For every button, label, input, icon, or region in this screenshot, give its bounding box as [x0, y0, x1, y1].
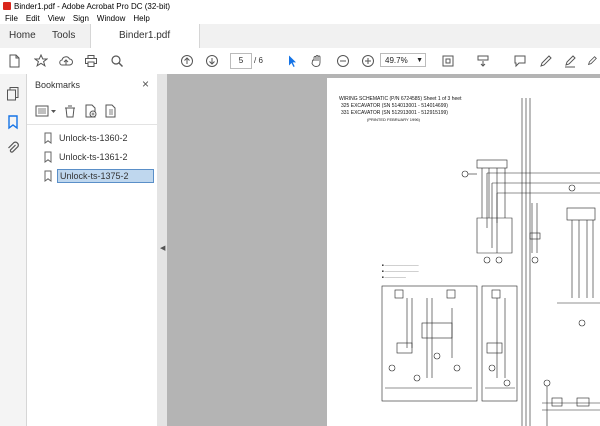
comment-button[interactable]: [512, 53, 528, 69]
zoom-out-button[interactable]: [335, 53, 351, 69]
title-bar: Binder1.pdf - Adobe Acrobat Pro DC (32-b…: [0, 0, 600, 12]
menu-file[interactable]: File: [5, 14, 18, 23]
bookmark-icon: [44, 151, 52, 163]
document-view[interactable]: WIRING SCHEMATIC (P/N 6724585) Sheet 1 o…: [167, 74, 600, 426]
bookmarks-panel-title: Bookmarks: [35, 80, 81, 90]
chevron-down-icon: ▼: [416, 57, 423, 64]
page-thumbnails-button[interactable]: [5, 86, 21, 102]
toolbar: 5 / 6 49.7% ▼: [0, 48, 600, 75]
bookmark-item-label: Unlock-ts-1375-2: [57, 169, 154, 183]
menu-bar: File Edit View Sign Window Help: [0, 12, 600, 24]
bookmarks-panel: Bookmarks × Unlock-ts-1360-2 Unlock-ts-1…: [27, 74, 158, 426]
bookmark-icon: [8, 115, 18, 130]
paperclip-icon: [8, 141, 19, 153]
select-tool-button[interactable]: [284, 53, 300, 69]
arrow-down-circle-icon: [206, 55, 218, 67]
svg-text:■ ──────────: ■ ──────────: [382, 275, 407, 279]
sign-pen-icon: [565, 55, 576, 68]
create-pdf-icon: [9, 54, 20, 68]
bookmark-item[interactable]: Unlock-ts-1360-2: [43, 131, 130, 145]
page-total: / 6: [254, 56, 263, 65]
print-icon: [85, 55, 97, 67]
zoom-level-value: 49.7%: [385, 56, 408, 65]
create-pdf-button[interactable]: [6, 53, 22, 69]
acrobat-app-icon: [3, 2, 11, 10]
bookmark-properties-icon[interactable]: [103, 104, 117, 118]
collapse-arrow-icon[interactable]: ◀: [160, 244, 165, 252]
page-fit-icon: [442, 55, 454, 67]
prev-page-button[interactable]: [179, 53, 195, 69]
minus-circle-icon: [337, 55, 349, 67]
svg-text:■ ────────────────: ■ ────────────────: [382, 269, 420, 273]
tab-document[interactable]: Binder1.pdf ×: [90, 24, 200, 65]
menu-edit[interactable]: Edit: [26, 14, 40, 23]
tab-tools[interactable]: Tools: [52, 24, 75, 48]
highlight-button[interactable]: [538, 53, 554, 69]
hand-tool-button[interactable]: [309, 53, 325, 69]
more-tools-button[interactable]: [586, 53, 598, 69]
new-bookmark-icon[interactable]: [83, 104, 97, 118]
close-icon[interactable]: ×: [142, 77, 149, 91]
wiring-schematic-drawing: ■ ──────────────── ■ ──────────────── ■ …: [381, 98, 600, 426]
upload-button[interactable]: [58, 53, 74, 69]
bookmark-star-button[interactable]: [33, 53, 49, 69]
pencil-edit-icon: [587, 56, 597, 66]
pen-icon: [540, 55, 552, 67]
plus-circle-icon: [362, 55, 374, 67]
left-navigation-rail: [0, 74, 27, 426]
print-button[interactable]: [83, 53, 99, 69]
hand-icon: [311, 55, 321, 67]
zoom-level-select[interactable]: 49.7% ▼: [380, 53, 426, 67]
pages-icon: [7, 87, 19, 101]
bookmark-item-selected[interactable]: Unlock-ts-1375-2: [43, 169, 154, 183]
options-menu-icon[interactable]: [35, 104, 57, 118]
pdf-page: WIRING SCHEMATIC (P/N 6724585) Sheet 1 o…: [327, 78, 600, 426]
delete-bookmark-icon[interactable]: [63, 104, 77, 118]
zoom-in-button[interactable]: [360, 53, 376, 69]
menu-help[interactable]: Help: [133, 14, 149, 23]
page-number-input[interactable]: 5: [230, 53, 252, 69]
comment-icon: [514, 55, 526, 68]
bookmarks-toolbar: [35, 102, 117, 120]
bookmarks-panel-button[interactable]: [5, 114, 21, 130]
tab-home[interactable]: Home: [9, 24, 36, 48]
page-fit-button[interactable]: [440, 53, 456, 69]
cursor-arrow-icon: [289, 55, 296, 67]
bookmark-item-label: Unlock-ts-1361-2: [59, 152, 128, 162]
next-page-button[interactable]: [204, 53, 220, 69]
menu-view[interactable]: View: [48, 14, 65, 23]
window-title: Binder1.pdf - Adobe Acrobat Pro DC (32-b…: [14, 1, 171, 11]
star-icon: [34, 54, 48, 67]
bookmark-icon: [44, 132, 52, 144]
search-button[interactable]: [109, 53, 125, 69]
panel-splitter[interactable]: ◀: [157, 74, 167, 426]
divider: [27, 124, 157, 125]
menu-sign[interactable]: Sign: [73, 14, 89, 23]
tab-document-label: Binder1.pdf: [119, 30, 171, 41]
menu-window[interactable]: Window: [97, 14, 125, 23]
arrow-up-circle-icon: [181, 55, 193, 67]
attachments-button[interactable]: [5, 140, 21, 156]
tab-bar: Home Tools Binder1.pdf ×: [0, 24, 600, 65]
bookmark-item-label: Unlock-ts-1360-2: [59, 133, 128, 143]
search-icon: [111, 55, 123, 67]
svg-text:■ ────────────────: ■ ────────────────: [382, 263, 420, 267]
scroll-mode-button[interactable]: [475, 53, 491, 69]
bookmark-item[interactable]: Unlock-ts-1361-2: [43, 150, 130, 164]
cloud-upload-icon: [59, 56, 73, 66]
fill-sign-button[interactable]: [562, 53, 578, 69]
bookmark-icon: [44, 170, 52, 182]
scroll-mode-icon: [477, 55, 489, 67]
